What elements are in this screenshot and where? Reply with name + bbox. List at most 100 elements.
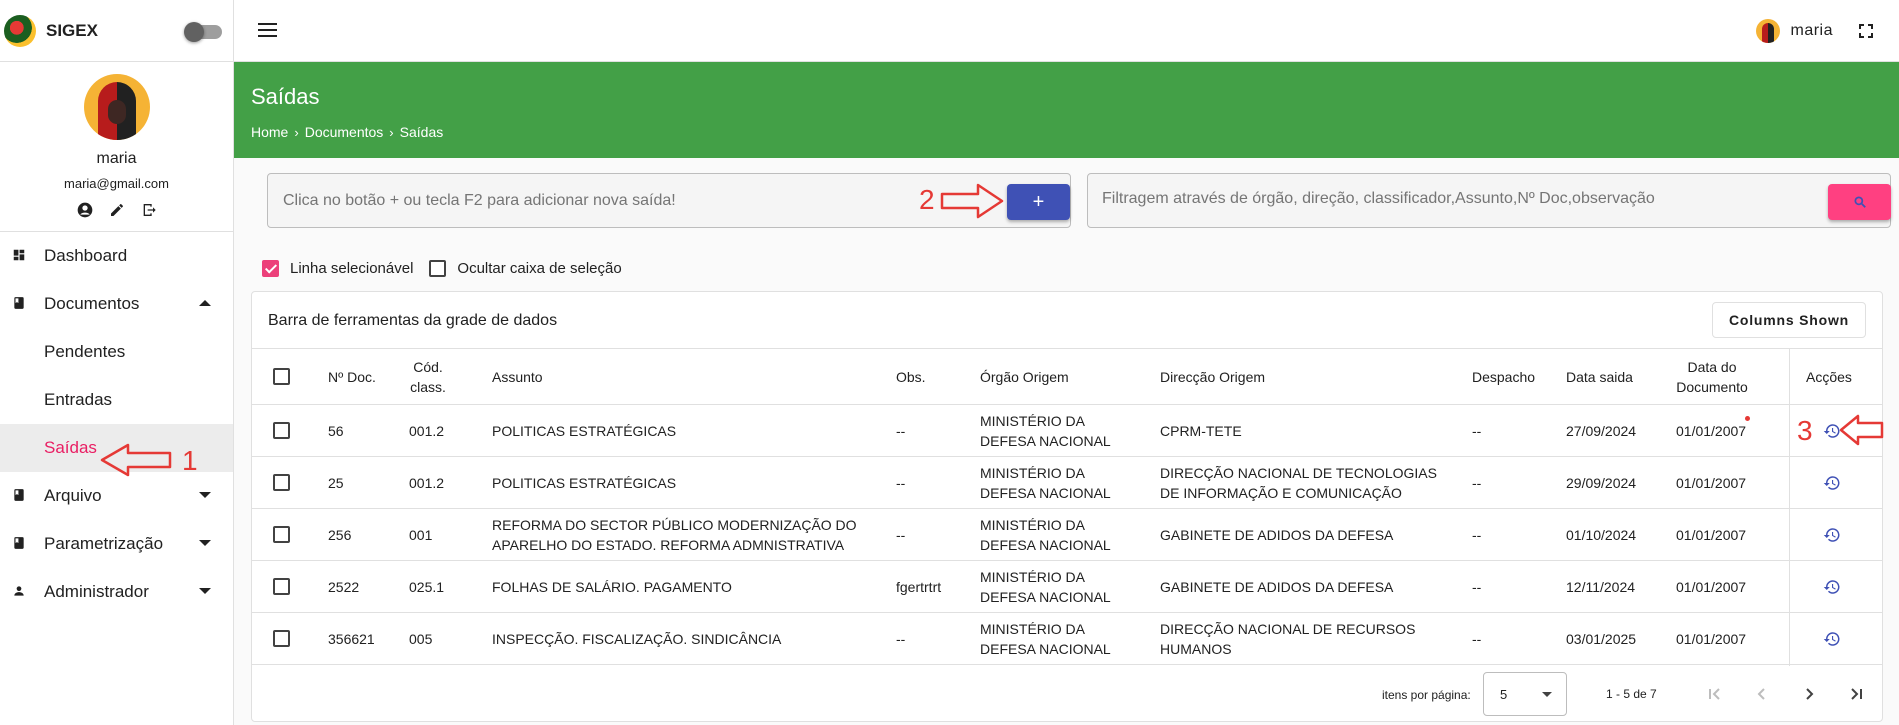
table-row[interactable]: 25 001.2 POLITICAS ESTRATÉGICAS -- MINIS…: [252, 457, 1882, 509]
logout-icon[interactable]: [140, 201, 158, 219]
theme-toggle[interactable]: [184, 22, 222, 42]
col-header-assunto[interactable]: Assunto: [492, 349, 543, 404]
nav-documentos[interactable]: Documentos: [0, 280, 233, 328]
page-title: Saídas: [251, 84, 320, 109]
cell-num: 256: [328, 526, 352, 543]
selectable-row-checkbox[interactable]: [262, 260, 279, 277]
hide-checkbox-checkbox[interactable]: [429, 260, 447, 277]
actions-column-divider: [1789, 349, 1790, 666]
col-header-obs[interactable]: Obs.: [896, 349, 926, 404]
row-checkbox[interactable]: [273, 474, 290, 491]
hide-checkbox-label: Ocultar caixa de seleção: [457, 260, 622, 277]
first-page-icon[interactable]: [1701, 680, 1729, 708]
person-icon: [12, 584, 28, 600]
sidebar: SIGEX maria maria@gmail.com Dashboard Do…: [0, 0, 234, 725]
nav-dashboard[interactable]: Dashboard: [0, 232, 233, 280]
main-nav: Dashboard Documentos Pendentes Entradas …: [0, 232, 233, 616]
last-page-icon[interactable]: [1842, 680, 1870, 708]
cell-obs: --: [896, 526, 906, 543]
nav-arquivo[interactable]: Arquivo: [0, 472, 233, 520]
per-page-value: 5: [1500, 687, 1508, 702]
breadcrumb-documentos[interactable]: Documentos: [305, 124, 384, 140]
row-checkbox[interactable]: [273, 422, 290, 439]
columns-shown-button[interactable]: Columns Shown: [1711, 302, 1866, 338]
table-row[interactable]: 356621 005 INSPECÇÃO. FISCALIZAÇÃO. SIND…: [252, 613, 1882, 665]
chevron-right-icon: ›: [389, 124, 394, 140]
history-icon[interactable]: [1823, 561, 1841, 612]
add-hint-text: Clica no botão + ou tecla F2 para adicio…: [283, 192, 676, 209]
filter-field[interactable]: [1087, 173, 1891, 228]
add-button[interactable]: +: [1007, 184, 1070, 220]
cell-data-doc: 01/01/2007: [1676, 526, 1747, 543]
annotation-number-1: 1: [182, 445, 198, 476]
nav-parametrizacao[interactable]: Parametrização: [0, 520, 233, 568]
row-checkbox[interactable]: [273, 630, 290, 647]
previous-page-icon[interactable]: [1748, 680, 1776, 708]
cell-num: 356621: [328, 630, 375, 647]
profile-name: maria: [96, 150, 137, 167]
cell-orgao: MINISTÉRIO DA DEFESA NACIONAL: [980, 620, 1111, 657]
cell-num: 2522: [328, 578, 360, 595]
nav-administrador[interactable]: Administrador: [0, 568, 233, 616]
table-row[interactable]: 2522 025.1 FOLHAS DE SALÁRIO. PAGAMENTO …: [252, 561, 1882, 613]
nav-pendentes[interactable]: Pendentes: [0, 328, 233, 376]
selectable-row-label: Linha selecionável: [290, 260, 414, 277]
next-page-icon[interactable]: [1795, 680, 1823, 708]
select-all-checkbox[interactable]: [273, 368, 290, 385]
history-icon[interactable]: [1823, 613, 1841, 664]
avatar: [83, 74, 150, 140]
col-header-cod[interactable]: Cód. class.: [402, 349, 454, 404]
per-page-select[interactable]: 5: [1483, 672, 1567, 716]
cell-obs: --: [896, 474, 906, 491]
user-name: maria: [1790, 22, 1833, 39]
cell-direccao: DIRECÇÃO NACIONAL DE TECNOLOGIAS DE INFO…: [1160, 464, 1437, 501]
cell-orgao: MINISTÉRIO DA DEFESA NACIONAL: [980, 412, 1111, 449]
history-icon[interactable]: [1823, 457, 1841, 508]
cell-data-doc: 01/01/2007: [1676, 578, 1747, 595]
breadcrumb-home[interactable]: Home: [251, 124, 288, 140]
col-header-data-saida[interactable]: Data saida: [1566, 349, 1633, 404]
table-body: 56 001.2 POLITICAS ESTRATÉGICAS -- MINIS…: [252, 405, 1882, 665]
col-header-orgao[interactable]: Órgão Origem: [980, 349, 1069, 404]
row-checkbox[interactable]: [273, 526, 290, 543]
cell-cod: 001.2: [409, 474, 445, 491]
cell-data-saida: 01/10/2024: [1566, 526, 1637, 543]
dropdown-arrow-icon: [1542, 692, 1552, 697]
nav-dashboard-label: Dashboard: [44, 246, 128, 265]
grid-pagination: itens por página: 5 1 - 5 de 7: [252, 666, 1882, 722]
grid-options: Linha selecionável Ocultar caixa de sele…: [262, 260, 638, 277]
cell-data-saida: 12/11/2024: [1566, 578, 1636, 595]
filter-input[interactable]: [1102, 190, 1802, 208]
cell-obs: fgertrtrt: [896, 578, 942, 595]
data-grid: Barra de ferramentas da grade de dados C…: [251, 291, 1883, 722]
col-header-despacho[interactable]: Despacho: [1472, 349, 1535, 404]
cell-despacho: --: [1472, 526, 1482, 543]
nav-entradas[interactable]: Entradas: [0, 376, 233, 424]
history-icon[interactable]: [1823, 509, 1841, 560]
search-button[interactable]: [1828, 184, 1891, 220]
cell-despacho: --: [1472, 422, 1482, 439]
col-header-num[interactable]: Nº Doc.: [328, 349, 376, 404]
account-icon[interactable]: [76, 201, 94, 219]
nav-documentos-label: Documentos: [44, 294, 140, 313]
cell-direccao: GABINETE DE ADIDOS DA DEFESA: [1160, 578, 1394, 595]
edit-icon[interactable]: [108, 201, 126, 219]
row-checkbox[interactable]: [273, 578, 290, 595]
user-menu[interactable]: maria: [1756, 19, 1833, 43]
cell-obs: --: [896, 422, 906, 439]
col-header-direccao[interactable]: Direcção Origem: [1160, 349, 1265, 404]
table-row[interactable]: 56 001.2 POLITICAS ESTRATÉGICAS -- MINIS…: [252, 405, 1882, 457]
toggle-thumb: [184, 22, 204, 42]
cell-cod: 005: [409, 630, 433, 647]
col-header-data-doc[interactable]: Data do Documento: [1670, 349, 1754, 404]
grid-toolbar-title: Barra de ferramentas da grade de dados: [268, 312, 558, 329]
app-name: SIGEX: [46, 20, 98, 40]
per-page-label: itens por página:: [1382, 688, 1471, 702]
app-logo: [4, 14, 36, 47]
menu-icon[interactable]: [258, 23, 277, 38]
fullscreen-icon[interactable]: [1859, 24, 1873, 38]
nav-administrador-label: Administrador: [44, 582, 149, 601]
table-row[interactable]: 256 001 REFORMA DO SECTOR PÚBLICO MODERN…: [252, 509, 1882, 561]
annotation-number-2: 2: [919, 184, 935, 215]
cell-cod: 025.1: [409, 578, 445, 595]
